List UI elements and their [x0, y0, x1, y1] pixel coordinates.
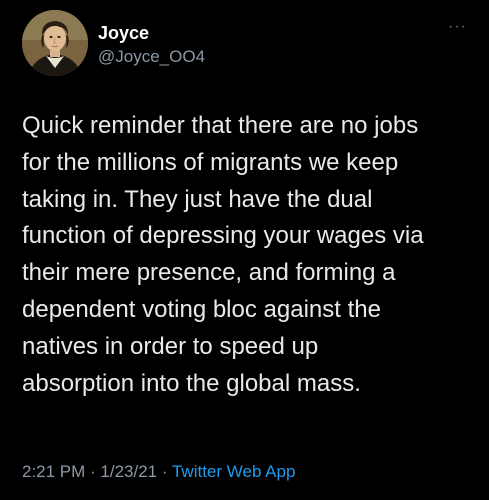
tweet-text: Quick reminder that there are no jobs fo… — [22, 112, 424, 397]
tweet-date[interactable]: 1/23/21 — [100, 462, 157, 481]
display-name[interactable]: Joyce — [98, 22, 149, 44]
avatar[interactable] — [22, 10, 88, 76]
tweet-time[interactable]: 2:21 PM — [22, 462, 85, 481]
meta-separator: · — [85, 462, 101, 481]
more-options-icon[interactable]: ··· — [448, 19, 467, 35]
tweet-source-link[interactable]: Twitter Web App — [172, 462, 295, 481]
tweet-metadata: 2:21 PM · 1/23/21 · Twitter Web App — [22, 460, 295, 484]
meta-separator: · — [157, 462, 172, 481]
portrait-avatar-icon — [22, 10, 88, 76]
tweet-card: Joyce @Joyce_OO4 ··· Quick reminder that… — [0, 0, 489, 500]
user-handle[interactable]: @Joyce_OO4 — [98, 46, 205, 68]
